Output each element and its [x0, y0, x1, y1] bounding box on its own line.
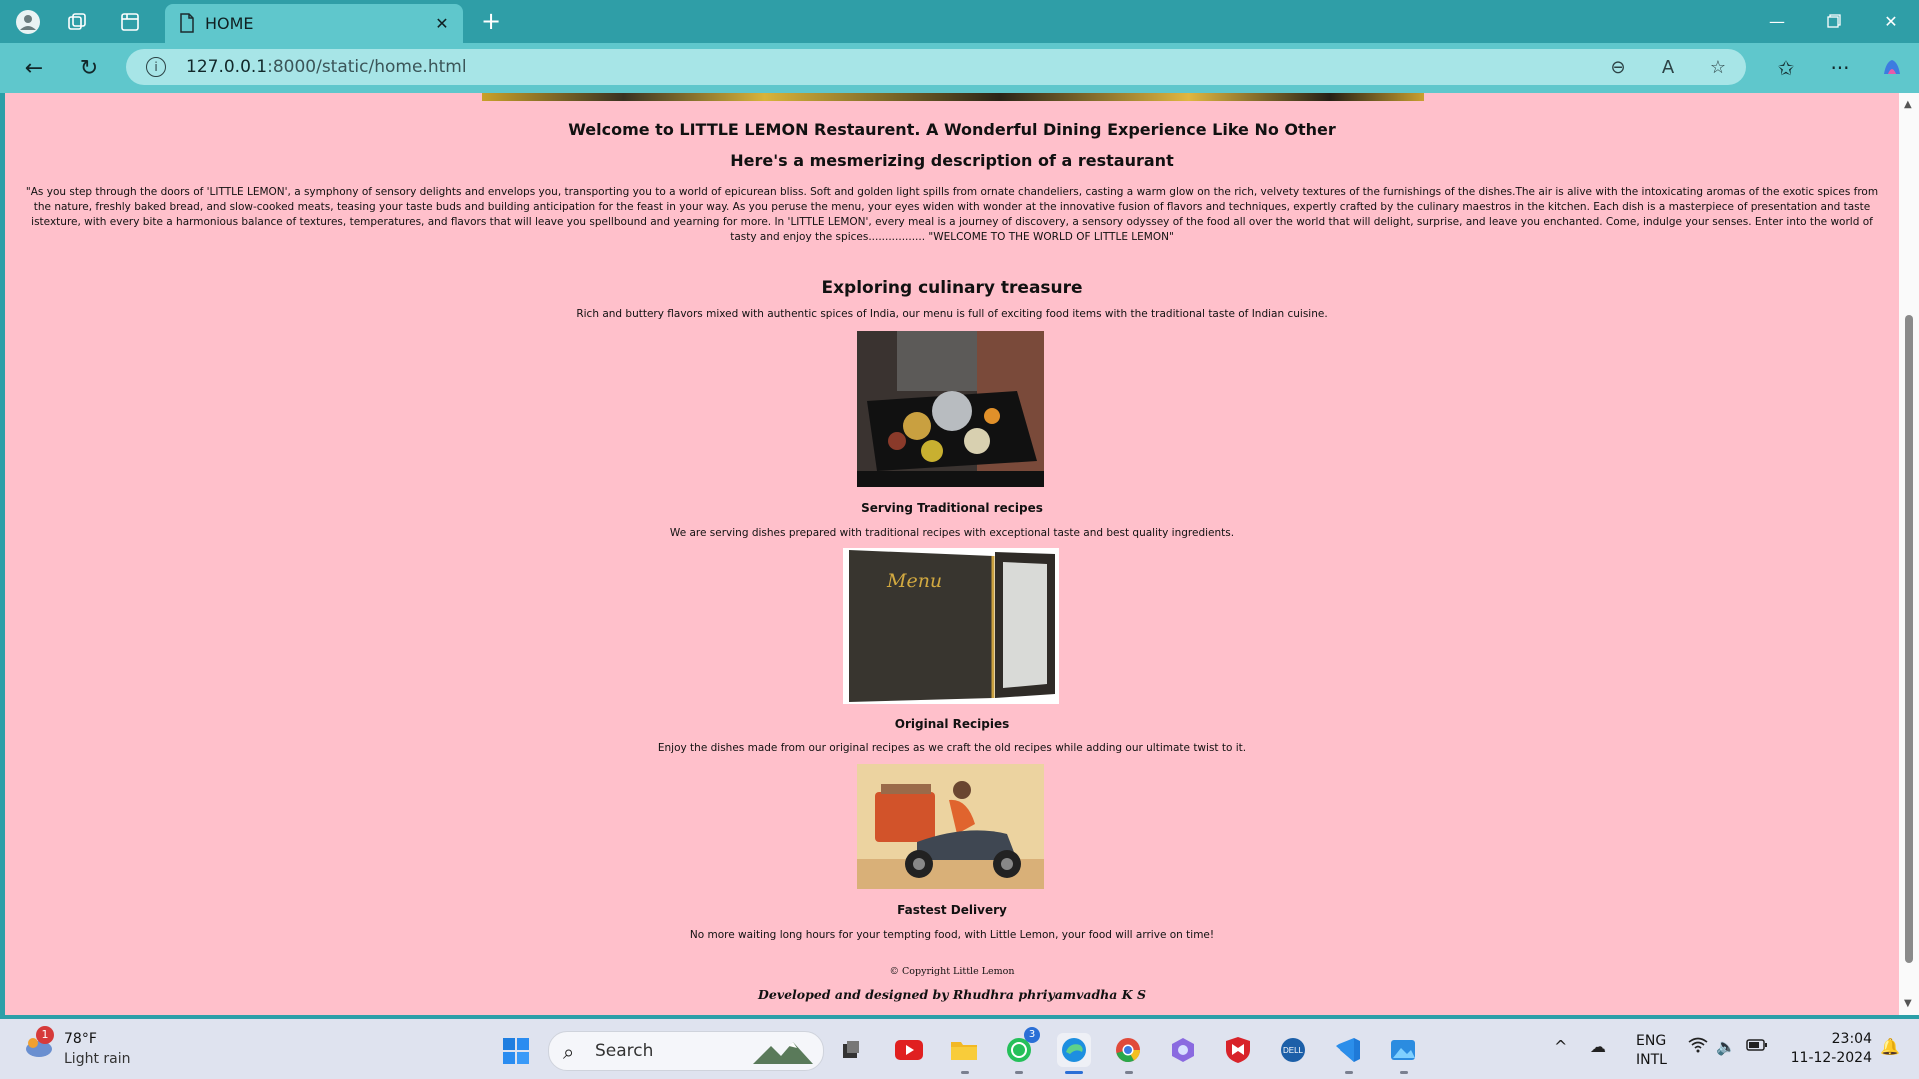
app-running-indicator — [1125, 1071, 1133, 1074]
clock-date: 11-12-2024 — [1790, 1050, 1872, 1066]
cloud-sync-icon[interactable]: ☁ — [1590, 1037, 1606, 1056]
app-running-indicator — [961, 1071, 969, 1074]
scroll-up-icon[interactable]: ▲ — [1904, 99, 1912, 110]
page-scrollbar[interactable]: ▲ ▼ — [1899, 93, 1919, 1015]
taskbar-search[interactable]: ⌕ Search — [548, 1031, 824, 1071]
info-icon[interactable]: i — [146, 57, 166, 77]
zoom-out-icon[interactable]: ⊖ — [1606, 55, 1630, 79]
tab-home[interactable]: HOME ✕ — [165, 4, 463, 43]
weather-condition: Light rain — [64, 1051, 131, 1067]
hero-image-bottom-edge — [482, 93, 1424, 101]
welcome-heading: Welcome to LITTLE LEMON Restaurent. A Wo… — [568, 120, 1336, 139]
battery-icon[interactable] — [1746, 1037, 1768, 1056]
address-toolbar: ← ↻ i 127.0.0.1:8000/static/home.html ⊖ … — [0, 43, 1919, 93]
chrome-icon[interactable] — [1111, 1033, 1145, 1067]
restore-icon[interactable] — [1814, 8, 1854, 34]
vscode-icon[interactable] — [1331, 1033, 1365, 1067]
description-paragraph: "As you step through the doors of 'LITTL… — [25, 186, 1879, 243]
scroll-down-icon[interactable]: ▼ — [1904, 998, 1912, 1009]
feature-text: We are serving dishes prepared with trad… — [669, 527, 1235, 539]
plus-icon[interactable]: + — [478, 9, 504, 35]
whatsapp-icon[interactable]: 3 — [1002, 1027, 1040, 1067]
description-heading: Here's a mesmerizing description of a re… — [730, 151, 1174, 170]
app-running-indicator — [1015, 1071, 1023, 1074]
windows-start-icon[interactable] — [502, 1037, 530, 1065]
window-close-icon[interactable]: ✕ — [1871, 8, 1911, 34]
url-text[interactable]: 127.0.0.1:8000/static/home.html — [186, 57, 467, 77]
notification-bell-icon[interactable]: 🔔 — [1880, 1037, 1900, 1056]
volume-icon[interactable]: 🔈 — [1716, 1037, 1736, 1056]
edge-browser-icon[interactable] — [1057, 1033, 1091, 1067]
wifi-icon[interactable] — [1688, 1037, 1708, 1057]
file-explorer-icon[interactable] — [947, 1033, 981, 1067]
weather-widget[interactable]: 1 78°F Light rain — [18, 1026, 168, 1071]
address-bar[interactable]: i 127.0.0.1:8000/static/home.html ⊖ A ☆ — [126, 49, 1746, 85]
more-icon[interactable]: ··· — [1826, 54, 1854, 82]
show-hidden-icons-icon[interactable]: ^ — [1554, 1037, 1567, 1056]
input-language[interactable]: ENG INTL — [1636, 1032, 1667, 1070]
whatsapp-badge: 3 — [1024, 1027, 1040, 1043]
delivery-scooter-image — [857, 764, 1044, 889]
read-aloud-icon[interactable]: A — [1656, 55, 1680, 79]
feature-text: Enjoy the dishes made from our original … — [657, 742, 1247, 754]
clock[interactable]: 23:04 11-12-2024 — [1788, 1030, 1872, 1068]
app-running-indicator — [1345, 1071, 1353, 1074]
photos-icon[interactable] — [1386, 1033, 1420, 1067]
feature-title: Serving Traditional recipes — [861, 501, 1043, 515]
task-view-icon[interactable] — [834, 1033, 868, 1067]
search-icon: ⌕ — [563, 1040, 575, 1064]
feature-text: No more waiting long hours for your temp… — [689, 929, 1215, 941]
developer-credit: Developed and designed by Rhudhra phriya… — [758, 987, 1146, 1002]
clock-time: 23:04 — [1831, 1031, 1872, 1047]
youtube-icon[interactable] — [892, 1033, 926, 1067]
back-icon[interactable]: ← — [20, 54, 48, 82]
profile-icon[interactable] — [14, 8, 42, 36]
traditional-dishes-image — [857, 331, 1044, 487]
favorite-star-icon[interactable]: ☆ — [1706, 55, 1730, 79]
explore-text: Rich and buttery flavors mixed with auth… — [576, 308, 1328, 320]
app-active-indicator — [1065, 1071, 1083, 1074]
feature-title: Fastest Delivery — [897, 903, 1007, 917]
taskbar: 1 78°F Light rain ⌕ Search 3 DELL ^ ☁ EN… — [0, 1019, 1919, 1079]
mcafee-icon[interactable] — [1221, 1033, 1255, 1067]
svg-text:DELL: DELL — [1283, 1046, 1304, 1055]
copyright: © Copyright Little Lemon — [889, 966, 1015, 977]
lang-code: ENG — [1636, 1033, 1667, 1049]
page-viewport: Welcome to LITTLE LEMON Restaurent. A Wo… — [5, 93, 1899, 1015]
lang-layout: INTL — [1636, 1052, 1667, 1068]
copilot-icon[interactable] — [1878, 54, 1906, 82]
weather-temp: 78°F — [64, 1031, 97, 1047]
tab-bar: HOME ✕ + — ✕ — [0, 0, 1919, 43]
refresh-icon[interactable]: ↻ — [75, 54, 103, 82]
copilot-app-icon[interactable] — [1166, 1033, 1200, 1067]
tab-actions-icon[interactable] — [116, 8, 144, 36]
menu-folder-image: Menu — [843, 548, 1059, 704]
document-icon — [179, 13, 195, 37]
minimize-icon[interactable]: — — [1757, 8, 1797, 34]
menu-image-text: Menu — [887, 570, 943, 592]
weather-badge: 1 — [36, 1026, 54, 1044]
search-highlight-icon — [753, 1042, 813, 1064]
app-running-indicator — [1400, 1071, 1408, 1074]
explore-heading: Exploring culinary treasure — [821, 278, 1083, 298]
dell-icon[interactable]: DELL — [1276, 1033, 1310, 1067]
feature-title: Original Recipies — [894, 717, 1010, 731]
scrollbar-thumb[interactable] — [1905, 315, 1913, 963]
close-icon[interactable]: ✕ — [431, 12, 453, 34]
tab-title: HOME — [205, 14, 254, 33]
favorites-icon[interactable]: ✩ — [1772, 54, 1800, 82]
search-label: Search — [595, 1041, 654, 1061]
workspaces-icon[interactable] — [63, 8, 91, 36]
